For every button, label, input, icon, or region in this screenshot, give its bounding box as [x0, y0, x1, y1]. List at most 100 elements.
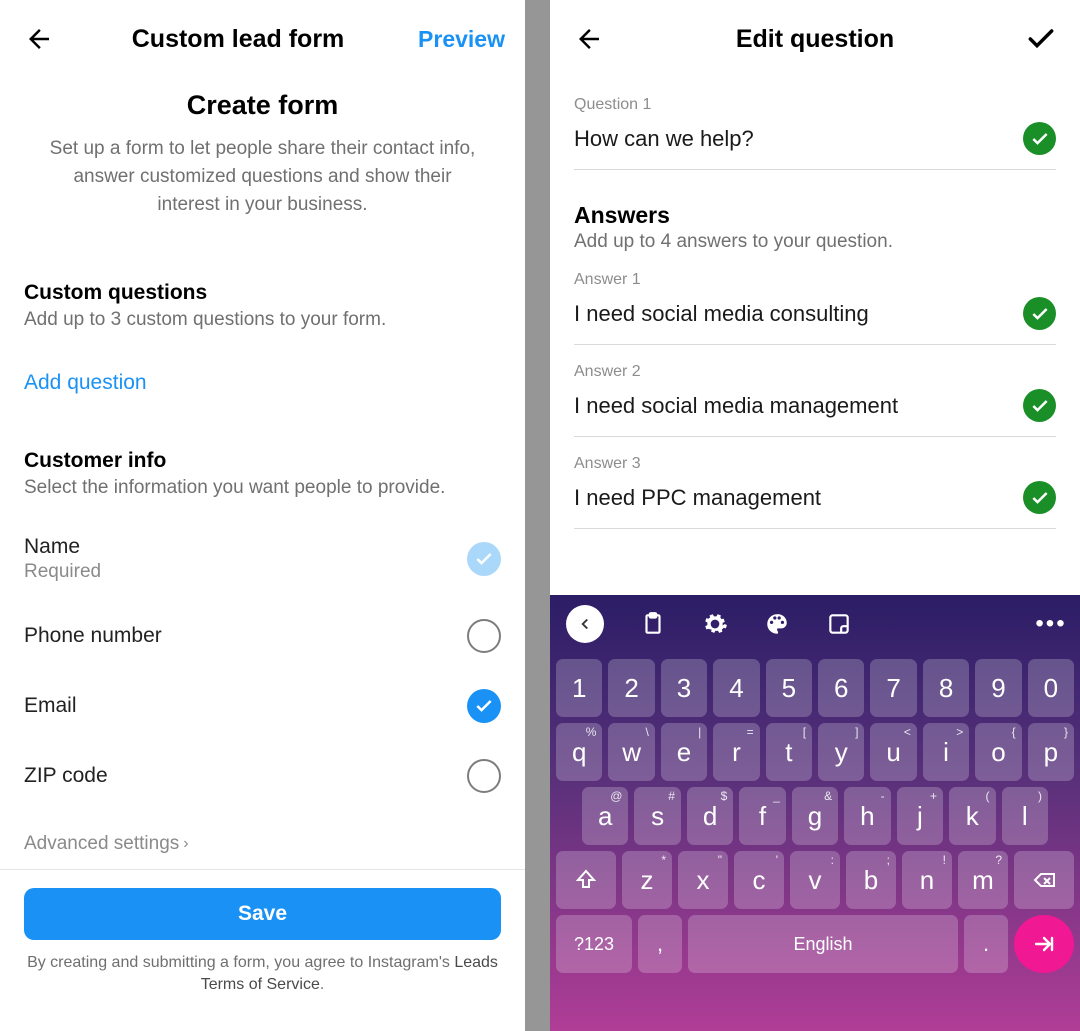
- enter-icon: [1032, 932, 1056, 956]
- key-z[interactable]: *z: [622, 851, 672, 909]
- key-1[interactable]: 1: [556, 659, 602, 717]
- key-7[interactable]: 7: [870, 659, 916, 717]
- answer-input[interactable]: I need PPC management: [574, 485, 821, 511]
- answer-input-row[interactable]: I need social media consulting: [574, 289, 1056, 345]
- key-m[interactable]: ?m: [958, 851, 1008, 909]
- advanced-settings-link[interactable]: Advanced settings ›: [0, 833, 525, 855]
- info-row-sub: Required: [24, 561, 101, 583]
- key-c[interactable]: 'c: [734, 851, 784, 909]
- key-backspace[interactable]: [1014, 851, 1074, 909]
- backspace-icon: [1032, 868, 1056, 892]
- key-s[interactable]: #s: [634, 787, 680, 845]
- key-5[interactable]: 5: [766, 659, 812, 717]
- info-row-label: Email: [24, 694, 77, 718]
- key-space[interactable]: English: [688, 915, 958, 973]
- answer-label: Answer 3: [574, 455, 1056, 473]
- key-t[interactable]: [t: [766, 723, 812, 781]
- answer-label: Answer 1: [574, 271, 1056, 289]
- customer-info-title: Customer info: [24, 449, 501, 473]
- key-9[interactable]: 9: [975, 659, 1021, 717]
- key-l[interactable]: )l: [1002, 787, 1048, 845]
- checkbox-locked: [467, 542, 501, 576]
- more-icon[interactable]: •••: [1038, 611, 1064, 637]
- key-e[interactable]: |e: [661, 723, 707, 781]
- sticker-icon[interactable]: [826, 611, 852, 637]
- header-title: Edit question: [608, 25, 1022, 54]
- valid-check-icon: [1023, 481, 1056, 514]
- question-input-row[interactable]: How can we help?: [574, 114, 1056, 170]
- answer-input-row[interactable]: I need social media management: [574, 381, 1056, 437]
- key-g[interactable]: &g: [792, 787, 838, 845]
- key-v[interactable]: :v: [790, 851, 840, 909]
- back-button[interactable]: [570, 20, 608, 58]
- header-title: Custom lead form: [58, 25, 418, 54]
- key-k[interactable]: (k: [949, 787, 995, 845]
- question-input[interactable]: How can we help?: [574, 126, 754, 152]
- key-q[interactable]: %q: [556, 723, 602, 781]
- answer-label: Answer 2: [574, 363, 1056, 381]
- back-button[interactable]: [20, 20, 58, 58]
- info-row[interactable]: Email: [0, 689, 525, 723]
- answer-input[interactable]: I need social media consulting: [574, 301, 869, 327]
- key-4[interactable]: 4: [713, 659, 759, 717]
- info-row[interactable]: Phone number: [0, 619, 525, 653]
- key-h[interactable]: -h: [844, 787, 890, 845]
- keyboard-toolbar: •••: [556, 595, 1074, 653]
- header: Custom lead form Preview: [0, 0, 525, 78]
- key-d[interactable]: $d: [687, 787, 733, 845]
- key-r[interactable]: =r: [713, 723, 759, 781]
- checkbox-off[interactable]: [467, 759, 501, 793]
- key-b[interactable]: ;b: [846, 851, 896, 909]
- check-icon: [1025, 23, 1057, 55]
- key-w[interactable]: \w: [608, 723, 654, 781]
- palette-icon[interactable]: [764, 611, 790, 637]
- advanced-settings-label: Advanced settings: [24, 833, 179, 855]
- key-6[interactable]: 6: [818, 659, 864, 717]
- info-row-label: Phone number: [24, 624, 162, 648]
- done-button[interactable]: [1022, 20, 1060, 58]
- chevron-left-icon: [576, 615, 594, 633]
- gear-icon[interactable]: [702, 611, 728, 637]
- key-n[interactable]: !n: [902, 851, 952, 909]
- key-p[interactable]: }p: [1028, 723, 1074, 781]
- key-a[interactable]: @a: [582, 787, 628, 845]
- info-row[interactable]: NameRequired: [0, 535, 525, 583]
- preview-link[interactable]: Preview: [418, 26, 505, 53]
- key-y[interactable]: ]y: [818, 723, 864, 781]
- page-title: Create form: [0, 90, 525, 121]
- keyboard-collapse-button[interactable]: [566, 605, 604, 643]
- key-comma[interactable]: ,: [638, 915, 682, 973]
- key-8[interactable]: 8: [923, 659, 969, 717]
- checkbox-on[interactable]: [467, 689, 501, 723]
- terms-text: By creating and submitting a form, you a…: [0, 940, 525, 996]
- key-0[interactable]: 0: [1028, 659, 1074, 717]
- custom-lead-form-screen: Custom lead form Preview Create form Set…: [0, 0, 525, 1031]
- key-period[interactable]: .: [964, 915, 1008, 973]
- valid-check-icon: [1023, 297, 1056, 330]
- key-o[interactable]: {o: [975, 723, 1021, 781]
- checkbox-off[interactable]: [467, 619, 501, 653]
- question-label: Question 1: [574, 96, 1056, 114]
- add-question-link[interactable]: Add question: [24, 371, 147, 395]
- key-3[interactable]: 3: [661, 659, 707, 717]
- arrow-left-icon: [574, 24, 604, 54]
- key-shift[interactable]: [556, 851, 616, 909]
- key-u[interactable]: <u: [870, 723, 916, 781]
- key-enter[interactable]: [1014, 915, 1074, 973]
- save-button[interactable]: Save: [24, 888, 501, 940]
- key-j[interactable]: +j: [897, 787, 943, 845]
- key-2[interactable]: 2: [608, 659, 654, 717]
- answers-title: Answers: [574, 202, 1056, 229]
- key-symbols[interactable]: ?123: [556, 915, 632, 973]
- valid-check-icon: [1023, 389, 1056, 422]
- clipboard-icon[interactable]: [640, 611, 666, 637]
- key-f[interactable]: _f: [739, 787, 785, 845]
- answer-input[interactable]: I need social media management: [574, 393, 898, 419]
- on-screen-keyboard: ••• 1234567890 %q\w|e=r[t]y<u>i{o}p @a#s…: [550, 595, 1080, 1031]
- info-row[interactable]: ZIP code: [0, 759, 525, 793]
- key-x[interactable]: "x: [678, 851, 728, 909]
- key-i[interactable]: >i: [923, 723, 969, 781]
- answer-input-row[interactable]: I need PPC management: [574, 473, 1056, 529]
- info-row-label: ZIP code: [24, 764, 108, 788]
- divider: [0, 869, 525, 870]
